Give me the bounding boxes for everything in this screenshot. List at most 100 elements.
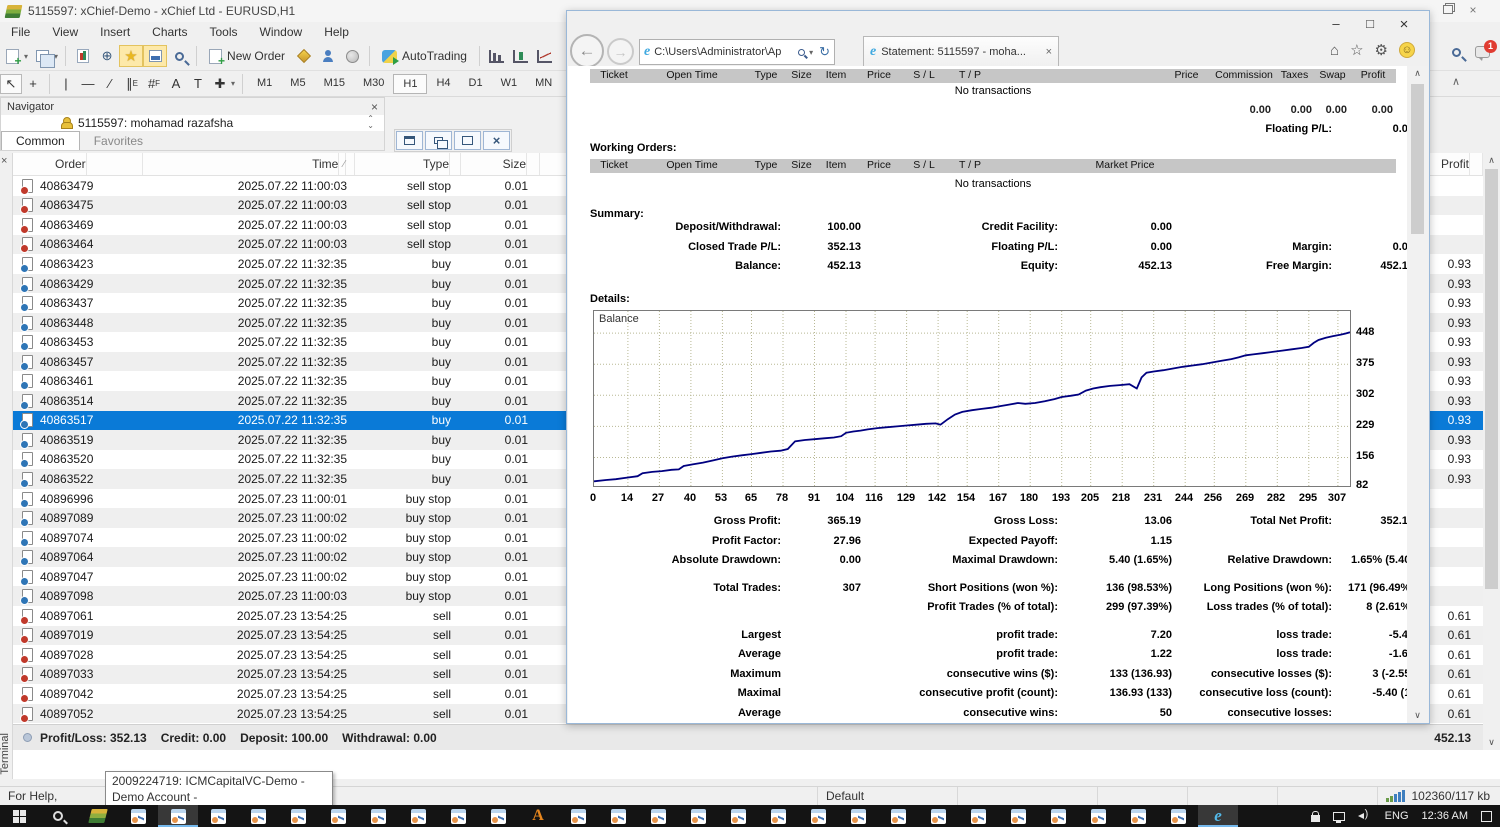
autotrading-button[interactable]: AutoTrading (375, 47, 474, 65)
navigator-tab-common[interactable]: Common (1, 131, 80, 150)
address-dropdown-icon[interactable]: ▾ (809, 48, 813, 57)
taskbar-app-ie[interactable]: e (1198, 805, 1238, 827)
menu-window[interactable]: Window (249, 25, 314, 39)
taskbar-app-mt4[interactable] (398, 805, 438, 827)
taskbar-app-mt4[interactable] (1118, 805, 1158, 827)
ie-close-button[interactable]: × (1393, 16, 1415, 33)
experts-button[interactable] (316, 45, 340, 67)
search-icon[interactable] (1452, 48, 1461, 57)
taskbar-app-mt4[interactable] (158, 805, 198, 827)
ie-maximize-button[interactable]: □ (1359, 16, 1381, 31)
scrollbar-thumb[interactable] (1485, 169, 1498, 589)
crosshair-tool[interactable]: + (22, 74, 44, 94)
bar-chart-button[interactable] (485, 45, 509, 67)
ie-scrollbar[interactable]: ∧ ∨ (1407, 66, 1428, 723)
terminal-close-icon[interactable]: × (1, 155, 7, 167)
trendline-tool[interactable]: ∕ (99, 74, 121, 94)
taskbar-app-app-a[interactable]: A (518, 805, 558, 827)
new-chart-button[interactable] (0, 45, 24, 67)
profiles-button[interactable] (30, 45, 54, 67)
timeframe-h4[interactable]: H4 (427, 74, 459, 94)
tray-clock[interactable]: 12:36 AM (1422, 805, 1468, 827)
text-label-tool[interactable]: T (187, 74, 209, 94)
taskbar-app-mt4[interactable] (998, 805, 1038, 827)
taskbar-app-mt4[interactable] (118, 805, 158, 827)
taskbar-search-button[interactable] (38, 805, 78, 827)
candlestick-chart-button[interactable] (509, 45, 533, 67)
taskbar-app-mt4[interactable] (958, 805, 998, 827)
chart-restore-button[interactable] (454, 131, 481, 150)
timeframe-m15[interactable]: M15 (315, 74, 354, 94)
favorites-star-icon[interactable]: ☆ (1350, 41, 1363, 59)
forward-button[interactable]: → (607, 38, 634, 65)
tray-lock-icon[interactable] (1311, 815, 1320, 822)
back-button[interactable]: ← (570, 34, 604, 68)
column-type[interactable]: Type (355, 153, 461, 175)
address-bar[interactable]: e C:\Users\Administrator\Ap ▾ ↻ (639, 39, 835, 65)
cursor-tool[interactable]: ↖ (0, 74, 22, 94)
fibonacci-tool[interactable]: #F (143, 74, 165, 94)
horizontal-line-tool[interactable]: — (77, 74, 99, 94)
taskbar-app-mt4[interactable] (438, 805, 478, 827)
taskbar-app-mt4[interactable] (238, 805, 278, 827)
metaeditor-button[interactable] (292, 45, 316, 67)
taskbar-app-mt4[interactable] (838, 805, 878, 827)
menu-help[interactable]: Help (313, 25, 360, 39)
address-search-icon[interactable] (798, 49, 805, 56)
line-chart-button[interactable] (533, 45, 557, 67)
taskbar-app-mt4[interactable] (478, 805, 518, 827)
equidistant-channel-tool[interactable]: ∥E (121, 74, 143, 94)
taskbar-app-mt4[interactable] (758, 805, 798, 827)
text-tool[interactable]: A (165, 74, 187, 94)
taskbar-app-mt4[interactable] (878, 805, 918, 827)
terminal-button[interactable] (143, 45, 167, 67)
data-window-button[interactable]: ⊕ (95, 45, 119, 67)
column-size[interactable]: Size (461, 153, 540, 175)
menu-tools[interactable]: Tools (199, 25, 249, 39)
taskbar-app-mt4[interactable] (278, 805, 318, 827)
chart-cascade-button[interactable] (425, 131, 452, 150)
navigator-spinner[interactable]: ⌃⌄ (367, 115, 374, 129)
tray-language[interactable]: ENG (1385, 810, 1409, 822)
navigator-account-item[interactable]: 5115597: mohamad razafsha ⌃⌄ (1, 115, 384, 131)
taskbar-app-mt4[interactable] (598, 805, 638, 827)
taskbar-app-mt4-layers[interactable] (78, 805, 118, 827)
taskbar-app-mt4[interactable] (918, 805, 958, 827)
navigator-close-icon[interactable]: × (371, 100, 378, 114)
status-connection[interactable]: 102360/117 kb (1386, 789, 1500, 803)
timeframe-d1[interactable]: D1 (460, 74, 492, 94)
scroll-up-icon[interactable]: ∧ (1483, 155, 1500, 166)
ie-scroll-down-icon[interactable]: ∨ (1407, 710, 1428, 721)
taskbar-app-mt4[interactable] (638, 805, 678, 827)
timeframe-m1[interactable]: M1 (248, 74, 281, 94)
terminal-scrollbar[interactable]: ∧ ∨ (1483, 153, 1500, 750)
timeframe-m30[interactable]: M30 (354, 74, 393, 94)
home-icon[interactable]: ⌂ (1330, 42, 1339, 59)
taskbar-app-mt4[interactable] (1038, 805, 1078, 827)
tab-close-icon[interactable]: × (1046, 46, 1052, 58)
refresh-icon[interactable]: ↻ (819, 44, 830, 60)
taskbar-app-mt4[interactable] (318, 805, 358, 827)
start-button[interactable] (0, 805, 38, 827)
taskbar-app-mt4[interactable] (558, 805, 598, 827)
chart-close-button[interactable]: × (483, 131, 510, 150)
column-time[interactable]: Time∕ (143, 153, 355, 175)
address-input[interactable]: C:\Users\Administrator\Ap (654, 46, 794, 58)
feedback-smiley-icon[interactable]: ☺ (1399, 42, 1415, 58)
new-order-button[interactable]: New Order (202, 47, 292, 66)
taskbar-app-mt4[interactable] (678, 805, 718, 827)
taskbar-app-mt4[interactable] (1158, 805, 1198, 827)
column-order[interactable]: Order (13, 153, 143, 175)
taskbar-app-mt4[interactable] (798, 805, 838, 827)
timeframe-mn[interactable]: MN (526, 74, 561, 94)
timeframe-h1[interactable]: H1 (393, 74, 427, 94)
menu-charts[interactable]: Charts (141, 25, 198, 39)
navigator-button[interactable]: ★ (119, 45, 143, 67)
ie-scroll-up-icon[interactable]: ∧ (1407, 68, 1428, 79)
navigator-tab-favorites[interactable]: Favorites (80, 132, 157, 150)
chart-minimize-button[interactable] (396, 131, 423, 150)
ie-scrollbar-thumb[interactable] (1411, 84, 1424, 234)
ie-minimize-button[interactable]: – (1325, 16, 1347, 31)
chevron-up-icon[interactable]: ∧ (1452, 75, 1460, 88)
arrows-tool[interactable]: ✚ (209, 74, 231, 94)
